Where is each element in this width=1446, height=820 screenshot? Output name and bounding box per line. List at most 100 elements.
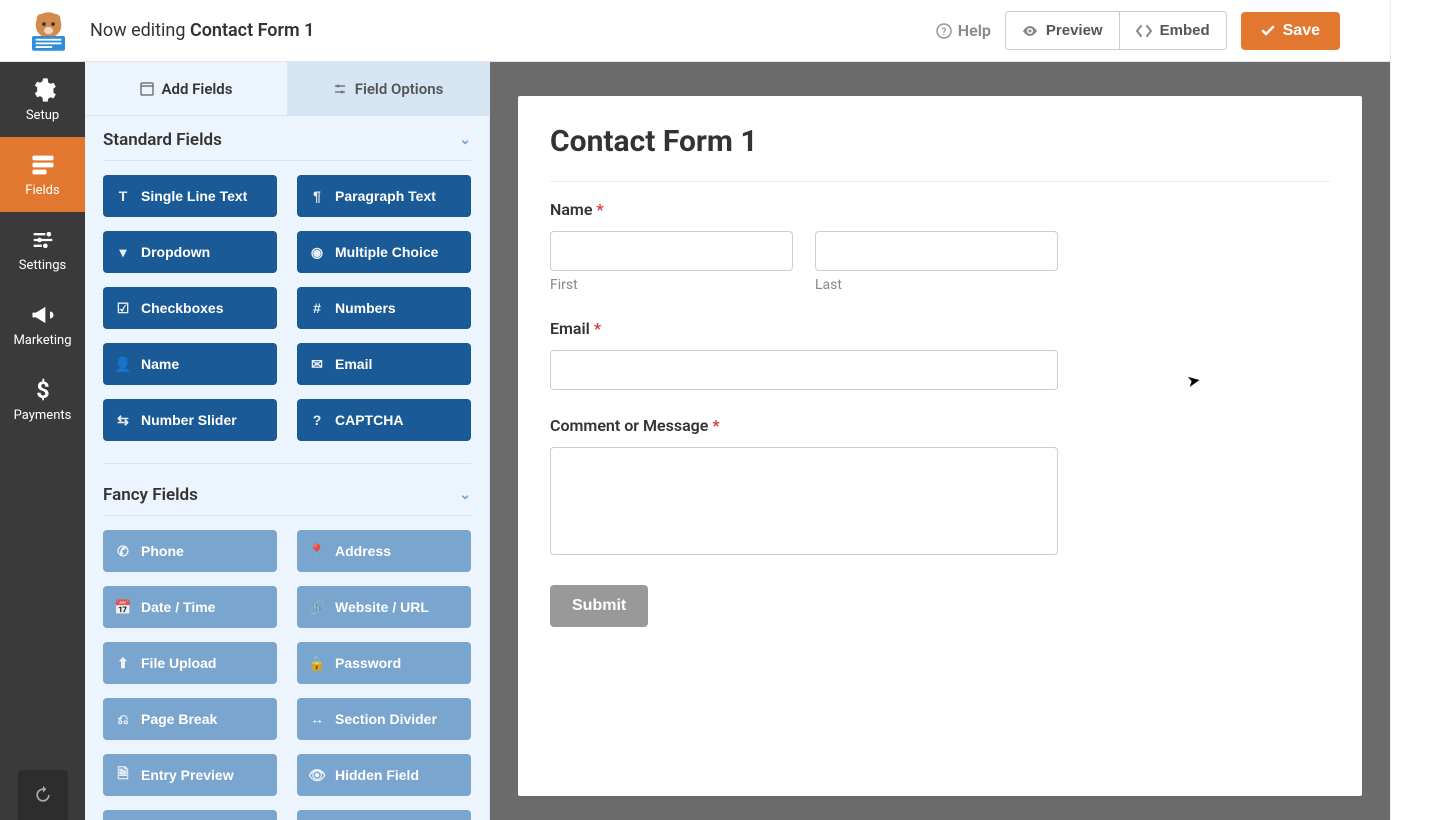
section-fancy-fields[interactable]: Fancy Fields ⌄ <box>103 485 471 516</box>
field-dropdown[interactable]: ▾Dropdown <box>103 231 277 273</box>
question-icon: ? <box>309 412 325 428</box>
field-rating[interactable]: ★Rating <box>297 810 471 820</box>
input-first-name[interactable] <box>550 231 793 271</box>
field-label: Section Divider <box>335 711 437 727</box>
field-number-slider[interactable]: ⇆Number Slider <box>103 399 277 441</box>
label-email: Email* <box>550 319 1330 338</box>
save-button[interactable]: Save <box>1241 12 1340 50</box>
section-standard-fields[interactable]: Standard Fields ⌄ <box>103 116 471 161</box>
form-icon <box>29 151 57 179</box>
text-icon: T <box>115 188 131 204</box>
input-email[interactable] <box>550 350 1058 390</box>
radio-icon: ◉ <box>309 244 325 261</box>
eye-icon <box>1022 23 1038 39</box>
field-name[interactable]: 👤 Name <box>103 343 277 385</box>
window-icon <box>140 82 154 96</box>
field-label: Phone <box>141 543 184 559</box>
history-icon <box>33 785 53 805</box>
label-message: Comment or Message* <box>550 416 1330 435</box>
field-hidden-field[interactable]: 👁 Hidden Field <box>297 754 471 796</box>
lock-icon: 🔒 <box>309 655 325 672</box>
field-label: Paragraph Text <box>335 188 436 204</box>
sliders-icon <box>29 226 57 254</box>
field-label: Hidden Field <box>335 767 419 783</box>
field-address[interactable]: 📍 Address <box>297 530 471 572</box>
chevron-down-icon: ⌄ <box>459 132 471 148</box>
field-phone[interactable]: ✆ Phone <box>103 530 277 572</box>
field-website-url[interactable]: 🔗 Website / URL <box>297 586 471 628</box>
form-card[interactable]: Contact Form 1 Name* First Last Email* <box>518 96 1362 796</box>
nav-marketing[interactable]: Marketing <box>0 287 85 362</box>
nav-fields[interactable]: Fields <box>0 137 85 212</box>
gear-icon <box>29 76 57 104</box>
field-label: Website / URL <box>335 599 429 615</box>
svg-text:?: ? <box>941 27 946 38</box>
field-email[interactable]: Email* <box>550 319 1330 390</box>
preview-icon: 🗎 <box>115 763 131 787</box>
field-email[interactable]: ✉Email <box>297 343 471 385</box>
hash-icon: # <box>309 300 325 316</box>
field-entry-preview[interactable]: 🗎 Entry Preview <box>103 754 277 796</box>
tab-add-fields[interactable]: Add Fields <box>85 62 287 115</box>
field-label: Dropdown <box>141 244 210 260</box>
hidden-icon: 👁 <box>309 767 325 784</box>
submit-button[interactable]: Submit <box>550 585 648 627</box>
field-label: CAPTCHA <box>335 412 403 428</box>
field-multiple-choice[interactable]: ◉ Multiple Choice <box>297 231 471 273</box>
embed-button[interactable]: Embed <box>1119 12 1226 49</box>
field-single-line-text[interactable]: TSingle Line Text <box>103 175 277 217</box>
field-label: Date / Time <box>141 599 215 615</box>
field-label: Name <box>141 356 179 372</box>
field-name[interactable]: Name* First Last <box>550 200 1330 293</box>
field-checkboxes[interactable]: ☑Checkboxes <box>103 287 277 329</box>
pagebreak-icon: ⎌ <box>115 711 131 728</box>
input-last-name[interactable] <box>815 231 1058 271</box>
nav-settings[interactable]: Settings <box>0 212 85 287</box>
field-label: Checkboxes <box>141 300 223 316</box>
bullhorn-icon <box>29 301 57 329</box>
field-numbers[interactable]: #Numbers <box>297 287 471 329</box>
preview-button[interactable]: Preview <box>1006 12 1119 49</box>
field-captcha[interactable]: ? CAPTCHA <box>297 399 471 441</box>
field-label: Entry Preview <box>141 767 234 783</box>
sublabel-last: Last <box>815 277 1058 293</box>
pin-icon: 📍 <box>309 543 325 560</box>
sublabel-first: First <box>550 277 793 293</box>
field-label: Multiple Choice <box>335 244 438 260</box>
tab-field-options[interactable]: Field Options <box>287 62 489 115</box>
envelope-icon: ✉ <box>309 356 325 373</box>
field-paragraph-text[interactable]: ¶ Paragraph Text <box>297 175 471 217</box>
nav-setup[interactable]: Setup <box>0 62 85 137</box>
upload-icon: ⬆ <box>115 655 131 672</box>
calendar-icon: 📅 <box>115 599 131 616</box>
input-message[interactable] <box>550 447 1058 555</box>
svg-text:$: $ <box>36 376 49 404</box>
divider-icon: ↔ <box>309 711 325 727</box>
field-label: Page Break <box>141 711 217 727</box>
user-icon: 👤 <box>115 356 131 373</box>
link-icon: 🔗 <box>309 599 325 616</box>
chevron-down-icon: ⌄ <box>459 487 471 503</box>
now-editing-label: Now editing Contact Form 1 <box>90 20 314 41</box>
check-icon <box>1261 24 1275 38</box>
code-icon <box>1136 23 1152 39</box>
field-page-break[interactable]: ⎌ Page Break <box>103 698 277 740</box>
field-html[interactable]: </>HTML <box>103 810 277 820</box>
paragraph-icon: ¶ <box>309 188 325 204</box>
help-icon: ? <box>936 23 952 39</box>
field-label: Password <box>335 655 401 671</box>
field-date-time[interactable]: 📅 Date / Time <box>103 586 277 628</box>
dollar-icon: $ <box>29 376 57 404</box>
field-message[interactable]: Comment or Message* <box>550 416 1330 559</box>
field-section-divider[interactable]: ↔ Section Divider <box>297 698 471 740</box>
field-label: Address <box>335 543 391 559</box>
label-name: Name* <box>550 200 1330 219</box>
nav-payments[interactable]: $ Payments <box>0 362 85 437</box>
logo <box>18 8 78 53</box>
field-password[interactable]: 🔒 Password <box>297 642 471 684</box>
phone-icon: ✆ <box>115 543 131 560</box>
canvas-area: Contact Form 1 Name* First Last Email* <box>490 62 1390 820</box>
field-file-upload[interactable]: ⬆File Upload <box>103 642 277 684</box>
nav-history[interactable] <box>18 770 68 820</box>
help-link[interactable]: ? Help <box>936 21 991 40</box>
